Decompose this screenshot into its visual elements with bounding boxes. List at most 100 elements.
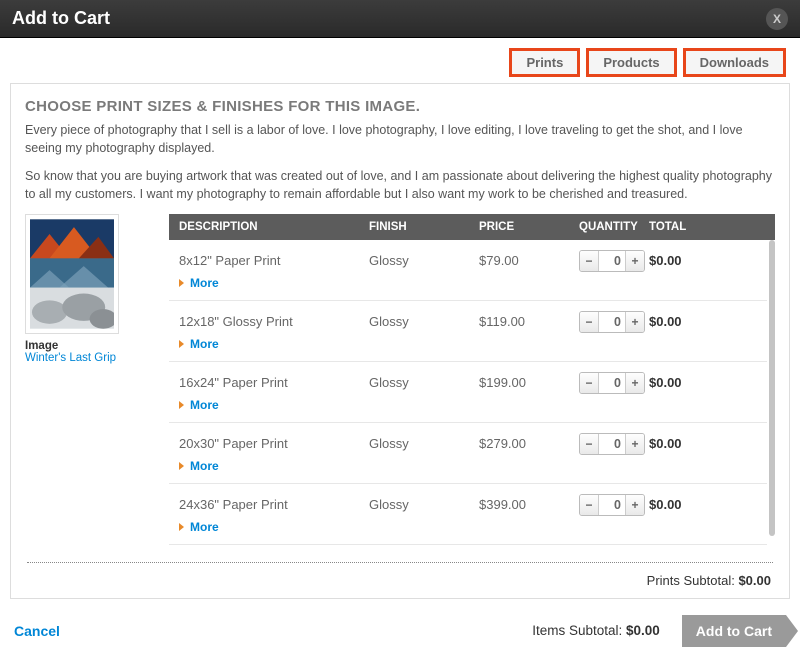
tab-prints[interactable]: Prints <box>509 48 580 77</box>
qty-value: 0 <box>598 373 626 393</box>
panel-heading: CHOOSE PRINT SIZES & FINISHES FOR THIS I… <box>25 98 775 115</box>
cancel-button[interactable]: Cancel <box>14 623 60 639</box>
scrollbar-track[interactable] <box>767 240 775 552</box>
qty-increment-button[interactable]: + <box>626 495 644 515</box>
add-to-cart-button[interactable]: Add to Cart <box>682 615 786 647</box>
qty-decrement-button[interactable]: − <box>580 251 598 271</box>
cell-finish: Glossy <box>369 314 479 329</box>
col-quantity: QUANTITY <box>579 221 649 233</box>
tabs: Prints Products Downloads <box>0 38 800 83</box>
cell-description: 24x36" Paper Print <box>179 497 369 512</box>
cell-quantity: −0+ <box>579 372 649 394</box>
cell-quantity: −0+ <box>579 433 649 455</box>
thumbnail-icon <box>30 219 114 329</box>
col-description: DESCRIPTION <box>179 221 369 233</box>
intro-paragraph-1: Every piece of photography that I sell i… <box>25 121 775 157</box>
quantity-stepper[interactable]: −0+ <box>579 250 645 272</box>
table-header: DESCRIPTION FINISH PRICE QUANTITY TOTAL <box>169 214 775 240</box>
prints-subtotal: Prints Subtotal: $0.00 <box>25 569 775 588</box>
chevron-right-icon <box>179 523 184 531</box>
dialog-title: Add to Cart <box>12 8 110 29</box>
chevron-right-icon <box>179 279 184 287</box>
table-row: 24x36" Paper PrintGlossy$399.00−0+ $0.00 <box>169 484 767 516</box>
cell-description: 12x18" Glossy Print <box>179 314 369 329</box>
image-thumb-column: Image Winter's Last Grip <box>25 214 155 552</box>
col-finish: FINISH <box>369 221 479 233</box>
qty-increment-button[interactable]: + <box>626 251 644 271</box>
quantity-stepper[interactable]: −0+ <box>579 433 645 455</box>
cell-total: $0.00 <box>649 253 757 268</box>
qty-decrement-button[interactable]: − <box>580 312 598 332</box>
scrollbar-thumb[interactable] <box>769 240 775 536</box>
cell-finish: Glossy <box>369 253 479 268</box>
tab-products[interactable]: Products <box>586 48 676 77</box>
table-row: 8x12" Paper PrintGlossy$79.00−0+ $0.00 <box>169 240 767 272</box>
qty-value: 0 <box>598 495 626 515</box>
table-row: 12x18" Glossy PrintGlossy$119.00−0+$0.00 <box>169 301 767 333</box>
dialog-footer: Cancel Items Subtotal: $0.00 Add to Cart <box>0 599 800 647</box>
more-link[interactable]: More <box>190 398 219 412</box>
cell-description: 16x24" Paper Print <box>179 375 369 390</box>
quantity-stepper[interactable]: −0+ <box>579 372 645 394</box>
close-icon[interactable]: X <box>766 8 788 30</box>
more-link[interactable]: More <box>190 276 219 290</box>
table-row: 20x30" Paper PrintGlossy$279.00−0+ $0.00 <box>169 423 767 455</box>
more-row: More <box>169 516 767 545</box>
table-row: 30x45" Paper PrintGlossy$549.00−0+$0.00 <box>169 545 767 552</box>
thumb-name[interactable]: Winter's Last Grip <box>25 352 155 364</box>
table-body: 8x12" Paper PrintGlossy$79.00−0+$0.00Mor… <box>169 240 775 552</box>
qty-increment-button[interactable]: + <box>626 312 644 332</box>
price-table: DESCRIPTION FINISH PRICE QUANTITY TOTAL … <box>169 214 775 552</box>
cell-total: $0.00 <box>649 436 757 451</box>
prints-subtotal-label: Prints Subtotal: <box>647 573 739 588</box>
qty-decrement-button[interactable]: − <box>580 373 598 393</box>
items-subtotal: Items Subtotal: $0.00 <box>532 623 660 638</box>
more-link[interactable]: More <box>190 337 219 351</box>
cell-price: $79.00 <box>479 253 579 268</box>
col-total: TOTAL <box>649 221 765 233</box>
cell-description: 8x12" Paper Print <box>179 253 369 268</box>
cell-finish: Glossy <box>369 375 479 390</box>
items-subtotal-value: $0.00 <box>626 623 660 638</box>
cell-quantity: −0+ <box>579 250 649 272</box>
prints-panel: CHOOSE PRINT SIZES & FINISHES FOR THIS I… <box>10 83 790 599</box>
more-row: More <box>169 272 767 301</box>
cell-finish: Glossy <box>369 436 479 451</box>
cell-price: $279.00 <box>479 436 579 451</box>
more-link[interactable]: More <box>190 520 219 534</box>
divider <box>27 562 773 563</box>
col-price: PRICE <box>479 221 579 233</box>
chevron-right-icon <box>179 340 184 348</box>
image-thumbnail[interactable] <box>25 214 119 334</box>
cell-price: $399.00 <box>479 497 579 512</box>
titlebar: Add to Cart X <box>0 0 800 38</box>
cell-quantity: −0+ <box>579 311 649 333</box>
more-row: More <box>169 455 767 484</box>
qty-increment-button[interactable]: + <box>626 373 644 393</box>
table-row: 16x24" Paper PrintGlossy$199.00−0+$0.00 <box>169 362 767 394</box>
quantity-stepper[interactable]: −0+ <box>579 311 645 333</box>
thumb-label: Image <box>25 340 155 352</box>
cell-total: $0.00 <box>649 497 757 512</box>
add-to-cart-label: Add to Cart <box>696 623 772 639</box>
quantity-stepper[interactable]: −0+ <box>579 494 645 516</box>
qty-value: 0 <box>598 312 626 332</box>
qty-decrement-button[interactable]: − <box>580 434 598 454</box>
cell-finish: Glossy <box>369 497 479 512</box>
qty-decrement-button[interactable]: − <box>580 495 598 515</box>
chevron-right-icon <box>179 462 184 470</box>
cell-quantity: −0+ <box>579 494 649 516</box>
more-row: More <box>169 394 767 423</box>
cell-total: $0.00 <box>649 314 757 329</box>
panel-intro: Every piece of photography that I sell i… <box>25 121 775 204</box>
prints-subtotal-value: $0.00 <box>738 573 771 588</box>
qty-increment-button[interactable]: + <box>626 434 644 454</box>
cell-total: $0.00 <box>649 375 757 390</box>
more-link[interactable]: More <box>190 459 219 473</box>
more-row: More <box>169 333 767 362</box>
items-subtotal-label: Items Subtotal: <box>532 623 626 638</box>
qty-value: 0 <box>598 251 626 271</box>
qty-value: 0 <box>598 434 626 454</box>
cell-description: 20x30" Paper Print <box>179 436 369 451</box>
tab-downloads[interactable]: Downloads <box>683 48 786 77</box>
